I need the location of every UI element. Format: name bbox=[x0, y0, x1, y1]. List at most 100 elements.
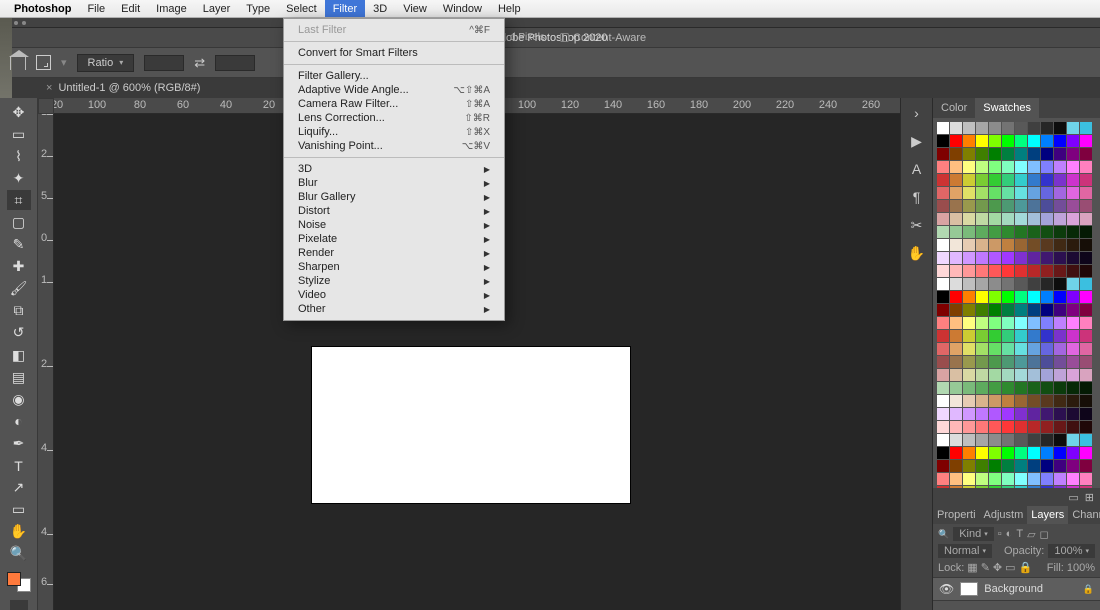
swatch[interactable] bbox=[989, 239, 1001, 251]
menuitem[interactable]: Render▶ bbox=[284, 246, 504, 260]
swatch[interactable] bbox=[963, 473, 975, 485]
swatch[interactable] bbox=[1015, 278, 1027, 290]
swatch[interactable] bbox=[1002, 148, 1014, 160]
swatch[interactable] bbox=[1041, 187, 1053, 199]
swatch[interactable] bbox=[976, 395, 988, 407]
swatch[interactable] bbox=[950, 148, 962, 160]
swatch[interactable] bbox=[1041, 382, 1053, 394]
swatch[interactable] bbox=[950, 317, 962, 329]
swatch[interactable] bbox=[1015, 265, 1027, 277]
swatch[interactable] bbox=[976, 174, 988, 186]
swatch[interactable] bbox=[1041, 330, 1053, 342]
swatch[interactable] bbox=[1028, 252, 1040, 264]
swatch[interactable] bbox=[1015, 174, 1027, 186]
shape-tool[interactable]: ▭ bbox=[7, 500, 31, 520]
swatch[interactable] bbox=[989, 356, 1001, 368]
swatch[interactable] bbox=[989, 122, 1001, 134]
swatch[interactable] bbox=[937, 252, 949, 264]
traffic-light[interactable] bbox=[22, 21, 26, 25]
swatch[interactable] bbox=[1080, 252, 1092, 264]
swatch[interactable] bbox=[937, 213, 949, 225]
menu-image[interactable]: Image bbox=[148, 0, 195, 17]
swatch[interactable] bbox=[1015, 291, 1027, 303]
swatch[interactable] bbox=[1054, 148, 1066, 160]
heal-tool[interactable]: ✚ bbox=[7, 257, 31, 277]
swatch[interactable] bbox=[1041, 356, 1053, 368]
swatch[interactable] bbox=[1054, 174, 1066, 186]
swatch[interactable] bbox=[976, 460, 988, 472]
swap-icon[interactable]: ⇄ bbox=[194, 55, 205, 71]
filter-smart-icon[interactable]: ◻ bbox=[1040, 528, 1049, 541]
swatch[interactable] bbox=[1080, 291, 1092, 303]
swatch[interactable] bbox=[1028, 226, 1040, 238]
swatch[interactable] bbox=[937, 122, 949, 134]
swatch[interactable] bbox=[976, 447, 988, 459]
frame-tool[interactable]: ▢ bbox=[7, 212, 31, 232]
swatch[interactable] bbox=[1015, 200, 1027, 212]
swatch[interactable] bbox=[950, 239, 962, 251]
swatch[interactable] bbox=[1028, 200, 1040, 212]
swatch[interactable] bbox=[950, 122, 962, 134]
swatch[interactable] bbox=[1028, 382, 1040, 394]
filter-adjust-icon[interactable]: ◐ bbox=[1006, 528, 1013, 540]
quick-mask-icon[interactable] bbox=[10, 600, 28, 610]
swatch[interactable] bbox=[950, 408, 962, 420]
swatch[interactable] bbox=[950, 330, 962, 342]
menuitem[interactable]: Other▶ bbox=[284, 302, 504, 316]
tab-properti[interactable]: Properti bbox=[933, 506, 980, 524]
swatch[interactable] bbox=[1041, 369, 1053, 381]
swatch[interactable] bbox=[1002, 304, 1014, 316]
swatch[interactable] bbox=[1028, 369, 1040, 381]
swatch[interactable] bbox=[963, 174, 975, 186]
swatch[interactable] bbox=[989, 200, 1001, 212]
lock-paint-icon[interactable]: ✎ bbox=[981, 561, 990, 574]
menu-view[interactable]: View bbox=[395, 0, 435, 17]
swatch[interactable] bbox=[1080, 317, 1092, 329]
swatch[interactable] bbox=[1028, 330, 1040, 342]
swatch[interactable] bbox=[976, 434, 988, 446]
swatch[interactable] bbox=[937, 343, 949, 355]
swatch[interactable] bbox=[1002, 135, 1014, 147]
swatch[interactable] bbox=[1015, 382, 1027, 394]
swatch[interactable] bbox=[963, 226, 975, 238]
swatch[interactable] bbox=[963, 343, 975, 355]
swatch[interactable] bbox=[1028, 421, 1040, 433]
swatch[interactable] bbox=[950, 473, 962, 485]
swatch[interactable] bbox=[1054, 421, 1066, 433]
swatch[interactable] bbox=[1080, 460, 1092, 472]
swatch[interactable] bbox=[937, 395, 949, 407]
swatch[interactable] bbox=[963, 304, 975, 316]
swatch[interactable] bbox=[989, 226, 1001, 238]
swatch[interactable] bbox=[963, 291, 975, 303]
swatch[interactable] bbox=[1054, 265, 1066, 277]
swatch[interactable] bbox=[950, 434, 962, 446]
swatch[interactable] bbox=[1054, 369, 1066, 381]
swatch[interactable] bbox=[937, 174, 949, 186]
swatch[interactable] bbox=[1054, 200, 1066, 212]
move-tool[interactable]: ✥ bbox=[7, 102, 31, 122]
wand-tool[interactable]: ✦ bbox=[7, 168, 31, 188]
swatch[interactable] bbox=[950, 356, 962, 368]
swatch[interactable] bbox=[1015, 434, 1027, 446]
menu-filter[interactable]: Filter bbox=[325, 0, 365, 17]
document-canvas[interactable] bbox=[311, 346, 631, 504]
swatch[interactable] bbox=[1054, 473, 1066, 485]
swatch[interactable] bbox=[976, 161, 988, 173]
swatch[interactable] bbox=[1041, 135, 1053, 147]
filter-type-icon[interactable]: T bbox=[1016, 528, 1023, 540]
swatch[interactable] bbox=[1080, 473, 1092, 485]
swatch[interactable] bbox=[1080, 148, 1092, 160]
swatch[interactable] bbox=[1028, 239, 1040, 251]
swatch[interactable] bbox=[1041, 408, 1053, 420]
swatch[interactable] bbox=[950, 200, 962, 212]
close-icon[interactable]: × bbox=[46, 82, 52, 94]
swatch[interactable] bbox=[1080, 395, 1092, 407]
document-tab[interactable]: Untitled-1 @ 600% (RGB/8#) bbox=[58, 82, 200, 94]
swatch[interactable] bbox=[1028, 317, 1040, 329]
swatch[interactable] bbox=[1041, 174, 1053, 186]
menuitem[interactable]: Blur▶ bbox=[284, 176, 504, 190]
swatch[interactable] bbox=[1015, 161, 1027, 173]
swatch[interactable] bbox=[950, 460, 962, 472]
swatch[interactable] bbox=[1015, 408, 1027, 420]
swatch[interactable] bbox=[1054, 278, 1066, 290]
